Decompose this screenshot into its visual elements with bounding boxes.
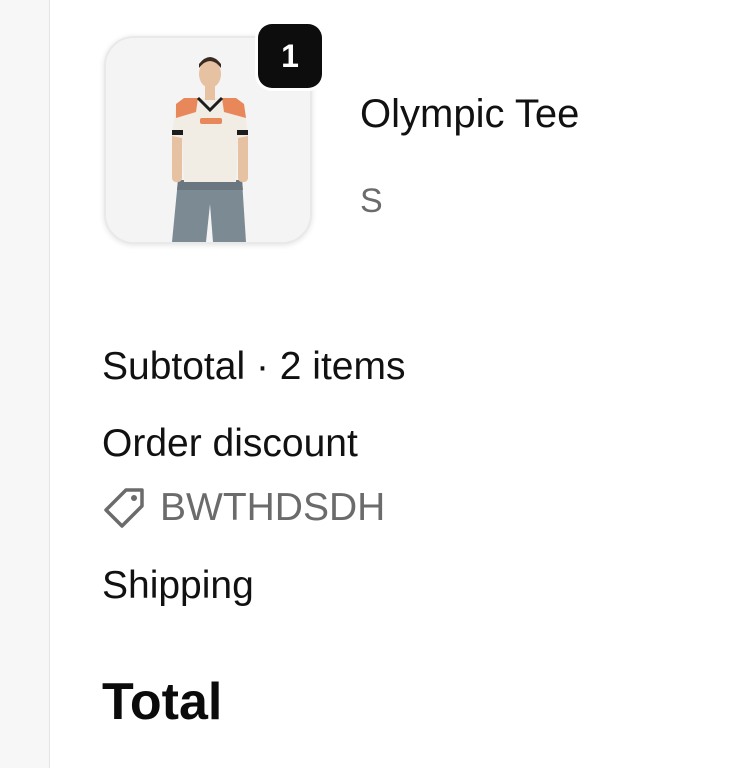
line-item: 1 Olympic Tee S: [104, 24, 704, 246]
discount-code-row: BWTHDSDH: [102, 486, 385, 530]
total-label: Total: [102, 673, 223, 731]
order-summary-page: 1 Olympic Tee S Subtotal · 2 items Order…: [0, 0, 754, 768]
product-name: Olympic Tee: [360, 92, 580, 136]
subtotal-label: Subtotal · 2 items: [102, 345, 406, 388]
left-divider-panel: [0, 0, 50, 768]
quantity-badge: 1: [258, 24, 322, 88]
discount-code: BWTHDSDH: [160, 486, 386, 529]
order-discount-label: Order discount: [102, 422, 358, 465]
tag-icon: [102, 486, 146, 530]
shipping-label: Shipping: [102, 564, 254, 607]
product-variant: S: [360, 182, 383, 220]
